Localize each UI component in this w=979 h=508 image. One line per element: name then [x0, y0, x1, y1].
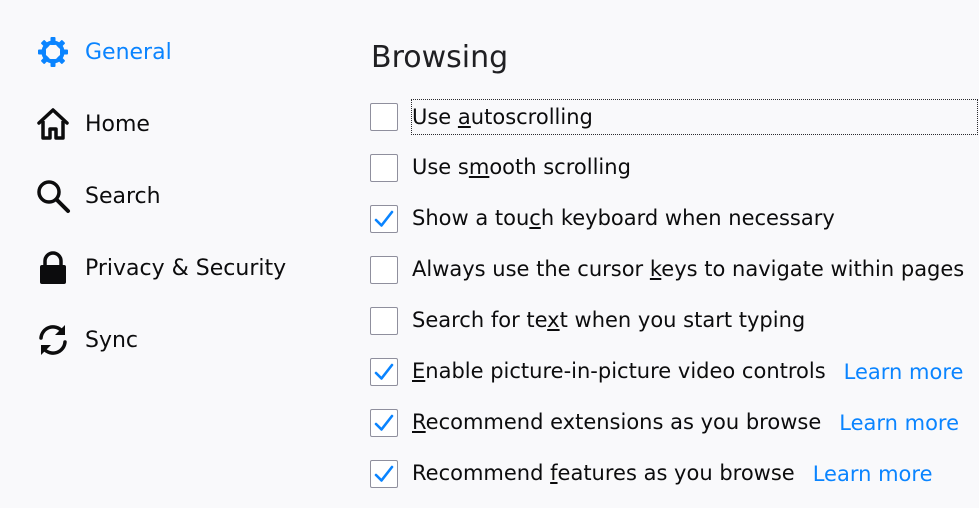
section-title: Browsing [371, 40, 509, 75]
access-key: E [412, 359, 426, 383]
lock-icon [34, 249, 72, 287]
option-label[interactable]: Recommend features as you browse [412, 456, 795, 492]
option-label[interactable]: Use autoscrolling [411, 99, 978, 135]
option-label[interactable]: Show a touch keyboard when necessary [412, 201, 835, 237]
sidebar-item-search[interactable]: Search [34, 174, 161, 218]
checkmark-icon [374, 210, 394, 228]
home-icon [34, 105, 72, 143]
sidebar-item-sync[interactable]: Sync [34, 318, 138, 362]
checkbox-option: Always use the cursor keys to navigate w… [370, 252, 964, 288]
checkbox[interactable] [370, 103, 398, 131]
sidebar-item-label: Privacy & Security [85, 255, 287, 281]
checkbox[interactable] [370, 460, 398, 488]
sidebar-item-label: Home [85, 111, 150, 137]
checkbox[interactable] [370, 409, 398, 437]
checkmark-icon [374, 363, 394, 381]
option-label[interactable]: Search for text when you start typing [412, 303, 805, 339]
sync-icon [34, 321, 72, 359]
access-key: x [547, 308, 560, 332]
sidebar: General Home Search Privacy & Security S… [0, 0, 340, 508]
preferences-window: General Home Search Privacy & Security S… [0, 0, 979, 508]
checkbox[interactable] [370, 358, 398, 386]
checkbox[interactable] [370, 154, 398, 182]
learn-more-link[interactable]: Learn more [813, 457, 933, 491]
sidebar-item-home[interactable]: Home [34, 102, 150, 146]
checkbox-option: Enable picture-in-picture video controls… [370, 354, 963, 390]
sidebar-item-label: Search [85, 183, 161, 209]
checkbox-option: Recommend extensions as you browse Learn … [370, 405, 959, 441]
access-key: f [550, 461, 558, 485]
gear-icon [34, 33, 72, 71]
sidebar-item-general[interactable]: General [34, 30, 172, 74]
access-key: m [468, 155, 490, 179]
option-label[interactable]: Use smooth scrolling [412, 150, 631, 186]
checkmark-icon [374, 414, 394, 432]
sidebar-item-privacy[interactable]: Privacy & Security [34, 246, 286, 290]
option-label[interactable]: Enable picture-in-picture video controls [412, 354, 826, 390]
checkmark-icon [374, 465, 394, 483]
access-key: a [457, 105, 471, 129]
learn-more-link[interactable]: Learn more [844, 355, 964, 389]
access-key: R [412, 410, 426, 434]
checkbox[interactable] [370, 205, 398, 233]
search-icon [34, 177, 72, 215]
option-label[interactable]: Recommend extensions as you browse [412, 405, 821, 441]
access-key: k [649, 257, 662, 281]
sidebar-item-label: General [85, 39, 172, 65]
option-label[interactable]: Always use the cursor keys to navigate w… [412, 252, 964, 288]
checkbox-option: Use smooth scrolling [370, 150, 631, 186]
checkbox-option: Search for text when you start typing [370, 303, 805, 339]
checkbox[interactable] [370, 256, 398, 284]
sidebar-item-label: Sync [85, 327, 139, 353]
access-key: c [529, 206, 541, 230]
checkbox[interactable] [370, 307, 398, 335]
checkbox-option: Recommend features as you browse Learn mo… [370, 456, 932, 492]
learn-more-link[interactable]: Learn more [839, 406, 959, 440]
checkbox-option: Use autoscrolling [370, 99, 978, 135]
checkbox-option: Show a touch keyboard when necessary [370, 201, 835, 237]
